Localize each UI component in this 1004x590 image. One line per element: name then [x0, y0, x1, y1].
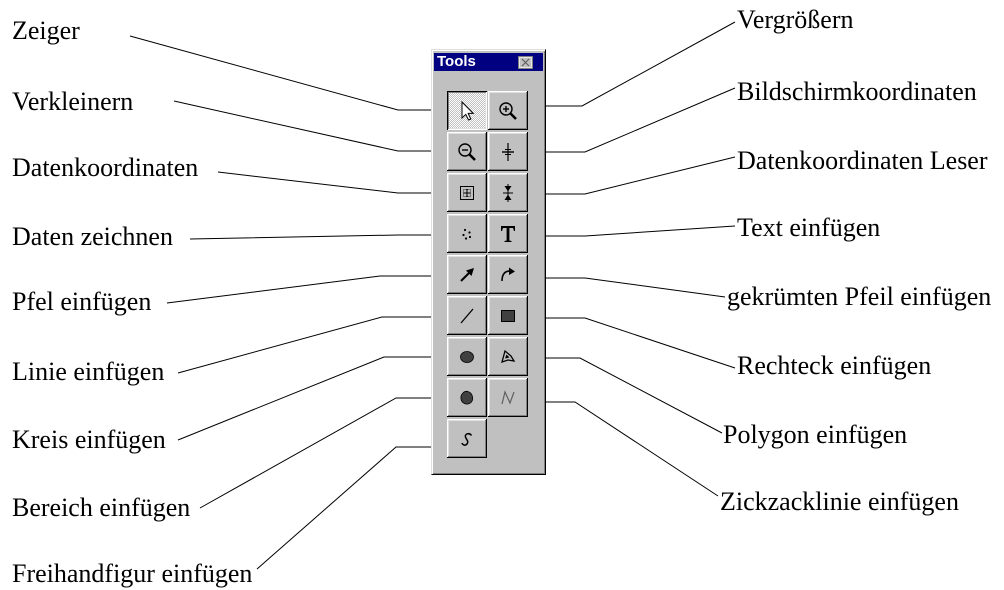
tools-palette-window: Tools	[431, 49, 546, 475]
label-zeiger: Zeiger	[12, 16, 80, 45]
screen-coordinates-button[interactable]	[488, 132, 528, 171]
leader-line-pfeil-einfuegen	[166, 275, 432, 304]
label-bildschirmkoordinaten: Bildschirmkoordinaten	[737, 77, 977, 106]
leader-line-rechteck-einfuegen	[546, 317, 736, 369]
label-pfeil-einfuegen: Pfel einfügen	[12, 287, 152, 316]
insert-freehand-button[interactable]	[447, 419, 487, 458]
leader-line-gekruemten-pfeil	[546, 277, 726, 298]
ellipse-icon	[455, 345, 479, 369]
draw-data-button[interactable]	[447, 214, 487, 253]
zigzag-icon	[496, 386, 520, 410]
data-reader-icon	[496, 181, 520, 205]
label-gekruemten-pfeil-einfuegen: gekrümten Pfeil einfügen	[727, 282, 992, 311]
insert-line-button[interactable]	[447, 296, 487, 335]
data-coordinates-button[interactable]	[447, 173, 487, 212]
leader-line-linie-einfuegen	[177, 316, 432, 374]
zoom-out-button[interactable]	[447, 132, 487, 171]
label-rechteck-einfuegen: Rechteck einfügen	[737, 351, 932, 380]
leader-line-polygon-einfuegen	[546, 357, 723, 434]
label-freihandfigur-einfuegen: Freihandfigur einfügen	[12, 559, 253, 588]
label-vergroessern: Vergrößern	[737, 5, 854, 34]
label-datenkoordinaten-leser: Datenkoordinaten Leser	[737, 146, 988, 175]
draw-data-icon	[455, 222, 479, 246]
leader-line-vergroessern	[546, 21, 736, 107]
title-bar[interactable]: Tools	[434, 53, 543, 71]
leader-line-datenkoordinaten-leser	[546, 156, 736, 195]
label-verkleinern: Verkleinern	[12, 87, 134, 116]
zoom-in-icon	[496, 99, 520, 123]
insert-region-button[interactable]	[447, 378, 487, 417]
leader-line-daten-zeichnen	[189, 234, 432, 240]
window-title: Tools	[437, 53, 476, 70]
label-polygon-einfuegen: Polygon einfügen	[723, 420, 908, 449]
data-coordinates-icon	[455, 181, 479, 205]
insert-circle-button[interactable]	[447, 337, 487, 376]
polygon-icon	[496, 345, 520, 369]
insert-curved-arrow-button[interactable]	[488, 255, 528, 294]
pointer-button[interactable]	[447, 91, 487, 130]
screen-coordinates-icon	[496, 140, 520, 164]
leader-line-bildschirmkoordinaten	[546, 87, 736, 153]
rectangle-icon	[496, 304, 520, 328]
freehand-icon	[455, 427, 479, 451]
leader-line-text-einfuegen	[546, 225, 736, 237]
line-icon	[455, 304, 479, 328]
leader-line-zeiger	[129, 35, 432, 111]
leader-line-freihandfigur-einfuegen	[256, 446, 432, 570]
label-zickzacklinie-einfuegen: Zickzacklinie einfügen	[720, 487, 959, 516]
pointer-icon	[455, 99, 479, 123]
label-linie-einfuegen: Linie einfügen	[12, 357, 165, 386]
insert-polygon-button[interactable]	[488, 337, 528, 376]
zoom-out-icon	[455, 140, 479, 164]
insert-zigzag-button[interactable]	[488, 378, 528, 417]
insert-rectangle-button[interactable]	[488, 296, 528, 335]
zoom-in-button[interactable]	[488, 91, 528, 130]
close-icon	[518, 56, 533, 69]
curved-arrow-icon	[496, 263, 520, 287]
label-kreis-einfuegen: Kreis einfügen	[12, 425, 166, 454]
leader-line-zickzacklinie-einfuegen	[546, 401, 719, 497]
insert-text-button[interactable]	[488, 214, 528, 253]
label-datenkoordinaten: Datenkoordinaten	[12, 153, 199, 182]
close-button[interactable]	[518, 56, 533, 69]
text-icon	[496, 222, 520, 246]
arrow-icon	[455, 263, 479, 287]
leader-line-kreis-einfuegen	[177, 356, 432, 441]
label-daten-zeichnen: Daten zeichnen	[12, 222, 173, 251]
leader-line-datenkoordinaten	[217, 171, 432, 194]
label-text-einfuegen: Text einfügen	[737, 213, 881, 242]
leader-line-bereich-einfuegen	[199, 397, 432, 509]
label-bereich-einfuegen: Bereich einfügen	[12, 493, 191, 522]
region-icon	[455, 386, 479, 410]
insert-arrow-button[interactable]	[447, 255, 487, 294]
data-reader-button[interactable]	[488, 173, 528, 212]
